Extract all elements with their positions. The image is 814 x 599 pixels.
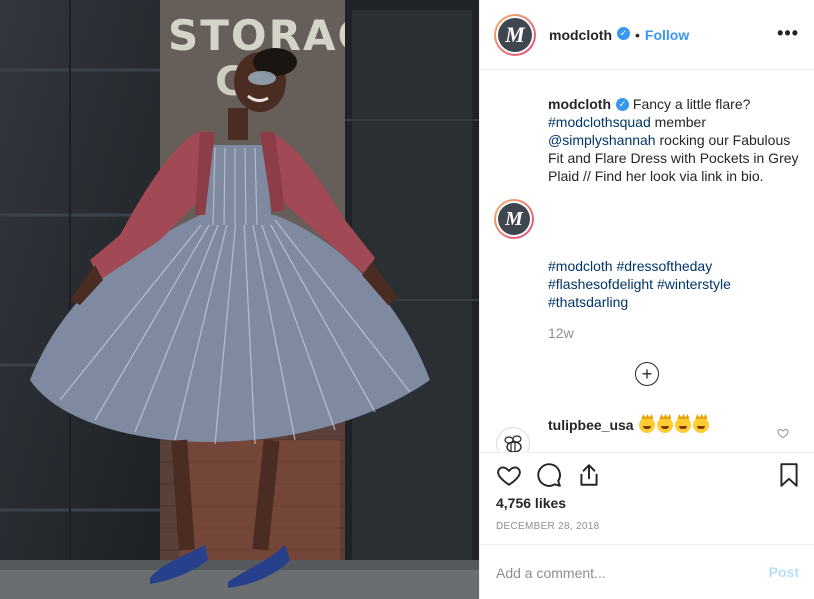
- comment-item: tulipbee_usa: [548, 416, 710, 434]
- post-comment-button[interactable]: Post: [769, 564, 799, 580]
- crown-face-emoji: [693, 417, 710, 433]
- hashtag-link[interactable]: #winterstyle: [657, 276, 731, 292]
- comment-like-heart-icon[interactable]: [777, 427, 789, 439]
- author-username[interactable]: modcloth: [549, 27, 612, 43]
- post-age[interactable]: 12w: [548, 325, 574, 341]
- crown-face-emoji: [657, 417, 674, 433]
- author-avatar[interactable]: M: [494, 13, 536, 56]
- avatar-letter: M: [498, 17, 532, 52]
- crown-face-emoji: [675, 417, 692, 433]
- bee-logo-icon: [504, 435, 522, 452]
- post-header: M modcloth ✓ • Follow •••: [480, 0, 814, 70]
- commenter-username[interactable]: tulipbee_usa: [548, 417, 634, 433]
- instagram-post: STORAGE CO: [0, 0, 814, 599]
- post-caption: modcloth ✓ Fancy a little flare? #modclot…: [548, 95, 803, 185]
- verified-badge-icon: ✓: [617, 27, 630, 40]
- comment-input[interactable]: [496, 563, 746, 583]
- post-photo[interactable]: STORAGE CO: [0, 0, 479, 599]
- avatar-letter: M: [498, 203, 530, 235]
- post-actions: 4,756 likes December 28, 2018: [480, 452, 814, 544]
- caption-text-2: member: [654, 114, 706, 130]
- verified-badge-icon: ✓: [616, 97, 629, 111]
- separator-dot: •: [635, 26, 640, 43]
- comments-list[interactable]: M modcloth ✓ Fancy a little flare? #modcl…: [480, 71, 814, 452]
- comment-icon[interactable]: [536, 462, 562, 488]
- like-count[interactable]: 4,756 likes: [496, 495, 566, 511]
- heart-icon[interactable]: [496, 462, 522, 488]
- hashtag-link[interactable]: #modcloth: [548, 258, 613, 274]
- hashtag-link[interactable]: #flashesofdelight: [548, 276, 653, 292]
- follow-button[interactable]: Follow: [645, 27, 689, 43]
- commenter-avatar[interactable]: [496, 427, 530, 452]
- share-icon[interactable]: [576, 462, 602, 488]
- more-options-icon[interactable]: •••: [777, 24, 799, 42]
- hashtag-link[interactable]: #modclothsquad: [548, 114, 651, 130]
- load-more-comments-button[interactable]: +: [635, 362, 659, 386]
- add-comment-bar: Post: [480, 544, 814, 599]
- hashtag-link[interactable]: #dressoftheday: [616, 258, 712, 274]
- crown-face-emoji: [639, 417, 656, 433]
- hashtag-list: #modcloth #dressoftheday #flashesofdelig…: [548, 257, 803, 311]
- caption-username[interactable]: modcloth: [548, 96, 611, 112]
- post-date[interactable]: December 28, 2018: [496, 521, 599, 532]
- hashtag-link[interactable]: #thatsdarling: [548, 294, 628, 310]
- post-side-panel: M modcloth ✓ • Follow ••• M modcloth ✓ Fa…: [479, 0, 814, 599]
- photo-illustration: STORAGE CO: [0, 0, 479, 599]
- bookmark-icon[interactable]: [776, 462, 802, 488]
- avatar-ring: M: [496, 201, 532, 237]
- caption-avatar[interactable]: M: [494, 199, 534, 239]
- caption-text-1: Fancy a little flare?: [632, 96, 751, 112]
- avatar-ring: M: [496, 15, 534, 54]
- mention-link[interactable]: @simplyshannah: [548, 132, 656, 148]
